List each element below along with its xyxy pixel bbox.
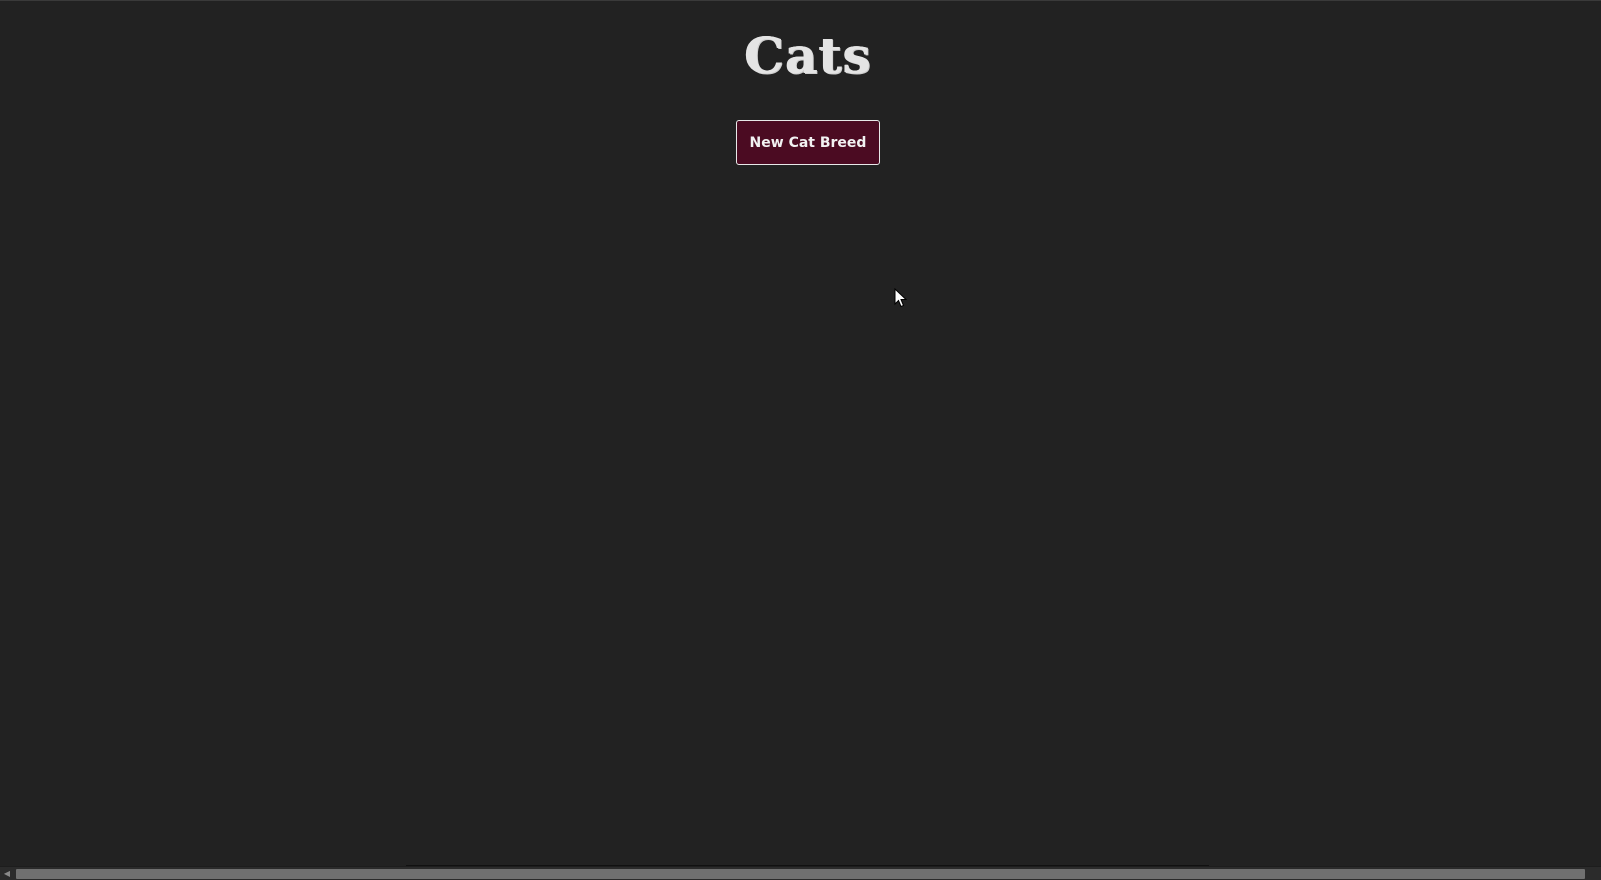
page-header: Cats [0,22,1601,90]
horizontal-scrollbar[interactable]: ◀ [0,866,1601,880]
new-cat-breed-button[interactable]: New Cat Breed [736,120,880,165]
scrollbar-thumb[interactable] [16,869,1585,879]
page-title: Cats [744,26,872,85]
window-top-border [0,0,1601,1]
scroll-left-arrow-icon[interactable]: ◀ [0,867,14,880]
mouse-cursor-icon [894,288,908,308]
